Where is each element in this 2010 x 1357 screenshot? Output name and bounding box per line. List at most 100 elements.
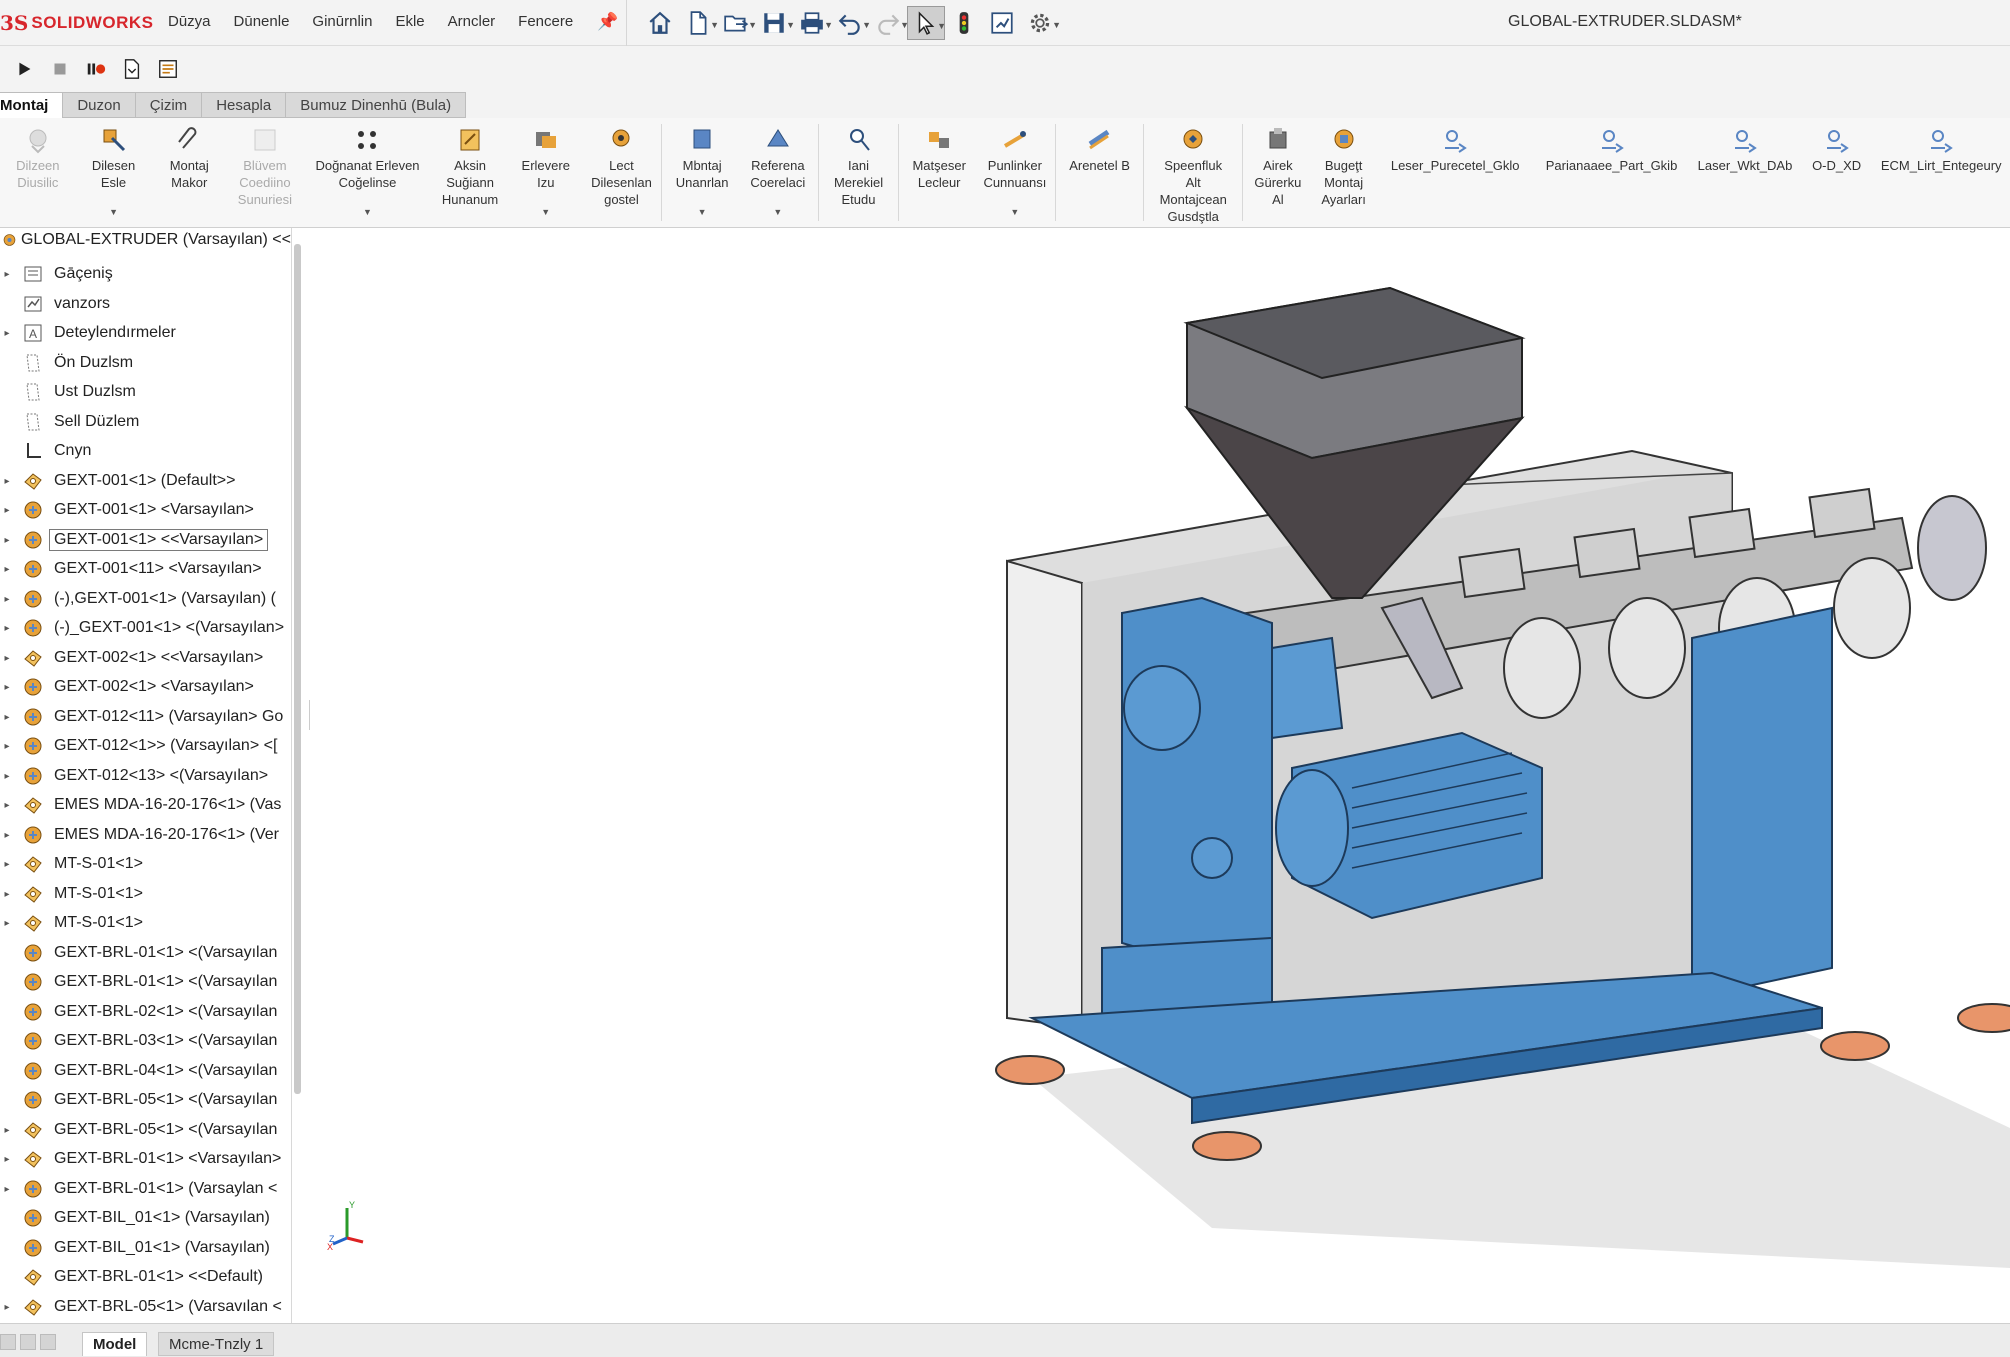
tree-item[interactable]: ▸ GEXT-001<1> <<Varsayılan>	[0, 527, 290, 553]
macro-button-4[interactable]: O-D_XD	[1801, 118, 1873, 227]
tree-item[interactable]: Ön Duzlsm	[0, 350, 290, 376]
instant3d-button[interactable]: Punlinker Cunnuansı ▼	[977, 118, 1053, 227]
expand-arrow-icon[interactable]: ▸	[0, 682, 14, 693]
expand-arrow-icon[interactable]: ▸	[0, 859, 14, 870]
tree-item[interactable]: Sell Düzlem	[0, 409, 290, 435]
insert-components-button[interactable]: Dilzeen Diusilic	[0, 118, 76, 227]
tree-item[interactable]: ▸ GEXT-012<1>> (Varsayılan> <[	[0, 733, 290, 759]
expand-arrow-icon[interactable]: ▸	[0, 741, 14, 752]
tree-item[interactable]: GEXT-BIL_01<1> (Varsayılan)	[0, 1235, 290, 1261]
mate-button[interactable]: Dilesen Esle ▼	[76, 118, 152, 227]
tab-assembly[interactable]: Montaj	[0, 92, 64, 118]
assembly-features-button[interactable]: Lect Dilesenlan gostel	[584, 118, 660, 227]
chevron-down-icon[interactable]: ▼	[1052, 20, 1061, 30]
tree-item[interactable]: ▸ Gāçeniş	[0, 261, 290, 287]
save-button[interactable]: ▼	[755, 6, 795, 40]
expand-arrow-icon[interactable]: ▸	[0, 505, 14, 516]
select-button[interactable]: ▼	[907, 6, 946, 40]
next-tab-button[interactable]	[40, 1334, 56, 1350]
tree-item[interactable]: ▸ GEXT-012<11> (Varsayılan> Go	[0, 704, 290, 730]
bill-of-materials-button[interactable]: Iani Merekiel Etudu	[821, 118, 897, 227]
motion-study-button[interactable]: Referena Coerelaci ▼	[740, 118, 816, 227]
solidworks-logo[interactable]: 3S SOLIDWORKS	[0, 10, 153, 36]
new-macro-button[interactable]	[118, 54, 146, 84]
tree-item[interactable]: ▸ GEXT-BRL-05<1> (Varsavılan <	[0, 1294, 290, 1320]
tree-item[interactable]: GEXT-BRL-04<1> <(Varsayılan	[0, 1058, 290, 1084]
linear-pattern-button[interactable]: Blüvem Coediino Sunuriesi	[227, 118, 303, 227]
macro-button-5[interactable]: ECM_Lirt_Entegeury	[1872, 118, 2009, 227]
tree-item[interactable]: ▸ GEXT-012<13> <(Varsayılan>	[0, 763, 290, 789]
expand-arrow-icon[interactable]: ▸	[0, 712, 14, 723]
record-macro-button[interactable]	[82, 54, 110, 84]
expand-arrow-icon[interactable]: ▸	[0, 771, 14, 782]
assembly-settings-button[interactable]: Bugeţt Montaj Ayarları	[1311, 118, 1377, 227]
expand-arrow-icon[interactable]: ▸	[0, 535, 14, 546]
redo-button[interactable]: ▼	[869, 6, 909, 40]
tree-item[interactable]: ▸ GEXT-001<11> <Varsayılan>	[0, 556, 290, 582]
chevron-down-icon[interactable]: ▼	[109, 204, 118, 221]
stop-macro-button[interactable]	[46, 54, 74, 84]
tab-model[interactable]: Model	[82, 1332, 148, 1356]
tree-item[interactable]: GEXT-BRL-03<1> <(Varsayılan	[0, 1028, 290, 1054]
menu-item-edit[interactable]: Dūnenle	[234, 13, 290, 30]
previous-tab-button[interactable]	[20, 1334, 36, 1350]
smart-fasteners-button[interactable]: Doğnanat Erleven Coğelinse ▼	[303, 118, 432, 227]
chevron-down-icon[interactable]: ▼	[363, 204, 372, 221]
tab-evaluate[interactable]: Hesapla	[202, 92, 287, 118]
run-macro-button[interactable]	[10, 54, 38, 84]
tree-item[interactable]: ▸ GEXT-BRL-01<1> <Varsayılan>	[0, 1146, 290, 1172]
move-component-button[interactable]: Aksin Suğiann Hunanum	[432, 118, 508, 227]
tree-scrollbar[interactable]	[294, 244, 301, 1094]
chevron-down-icon[interactable]: ▼	[541, 204, 550, 221]
expand-arrow-icon[interactable]: ▸	[0, 918, 14, 929]
tab-sketch[interactable]: Çizim	[135, 92, 203, 118]
expand-arrow-icon[interactable]: ▸	[0, 328, 14, 339]
exploded-view-button[interactable]: Matşeser Lecleur	[901, 118, 977, 227]
home-button[interactable]	[641, 6, 679, 40]
menu-item-insert[interactable]: Ekle	[395, 13, 424, 30]
tree-item[interactable]: ▸ EMES MDA-16-20-176<1> (Vas	[0, 792, 290, 818]
expand-arrow-icon[interactable]: ▸	[0, 1302, 14, 1313]
expand-arrow-icon[interactable]: ▸	[0, 830, 14, 841]
tree-item[interactable]: ▸ EMES MDA-16-20-176<1> (Ver	[0, 822, 290, 848]
tab-addins[interactable]: Bumuz Dinenhū (Bula)	[286, 92, 467, 118]
show-hidden-button[interactable]: Erlevere Izu ▼	[508, 118, 584, 227]
chevron-down-icon[interactable]: ▼	[698, 204, 707, 221]
first-tab-button[interactable]	[0, 1334, 16, 1350]
tree-item[interactable]: ▸ GEXT-BRL-05<1> <(Varsayılan	[0, 1117, 290, 1143]
menu-item-tools[interactable]: Arncler	[448, 13, 496, 30]
tab-layout[interactable]: Duzon	[63, 92, 136, 118]
macro-button-3[interactable]: Laser_Wkt_DAb	[1689, 118, 1801, 227]
expand-arrow-icon[interactable]: ▸	[0, 269, 14, 280]
tree-item[interactable]: GEXT-BRL-01<1> <(Varsayılan	[0, 969, 290, 995]
update-speedpak-button[interactable]: Arenetel B	[1058, 118, 1142, 227]
tree-item[interactable]: ▸ (-)_GEXT-001<1> <(Varsayılan>	[0, 615, 290, 641]
tree-item[interactable]: Cnyn	[0, 438, 290, 464]
expand-arrow-icon[interactable]: ▸	[0, 594, 14, 605]
file-properties-button[interactable]	[983, 6, 1021, 40]
view-orientation-triad[interactable]: Y Z X	[325, 1200, 365, 1250]
tree-item[interactable]: ▸ GEXT-001<1> (Default>>	[0, 468, 290, 494]
menu-item-view[interactable]: Ginūrnlin	[312, 13, 372, 30]
tree-item[interactable]: GEXT-BRL-05<1> <(Varsayılan	[0, 1087, 290, 1113]
undo-button[interactable]: ▼	[831, 6, 871, 40]
expand-arrow-icon[interactable]: ▸	[0, 564, 14, 575]
expand-arrow-icon[interactable]: ▸	[0, 476, 14, 487]
tree-item[interactable]: ▸ MT-S-01<1>	[0, 881, 290, 907]
tree-item[interactable]: ▸ GEXT-001<1> <Varsayılan>	[0, 497, 290, 523]
macro-button-2[interactable]: Parianaaee_Part_Gkib	[1534, 118, 1689, 227]
edit-macro-button[interactable]	[154, 54, 182, 84]
expand-arrow-icon[interactable]: ▸	[0, 623, 14, 634]
options-button[interactable]: ▼	[1021, 6, 1061, 40]
chevron-down-icon[interactable]: ▼	[1010, 204, 1019, 221]
tree-item[interactable]: GEXT-BRL-01<1> <<Default)	[0, 1264, 290, 1290]
tree-item[interactable]: GEXT-BIL_01<1> (Varsayılan)	[0, 1205, 290, 1231]
take-snapshot-button[interactable]: Speenfluk Alt Montajcean Gusdştla	[1146, 118, 1240, 227]
tree-item[interactable]: ▸ GEXT-002<1> <<Varsayılan>	[0, 645, 290, 671]
expand-arrow-icon[interactable]: ▸	[0, 1125, 14, 1136]
tree-item[interactable]: ▸ MT-S-01<1>	[0, 910, 290, 936]
expand-arrow-icon[interactable]: ▸	[0, 800, 14, 811]
chevron-down-icon[interactable]: ▼	[773, 204, 782, 221]
tree-item[interactable]: ▸ GEXT-BRL-01<1> (Varsaylan <	[0, 1176, 290, 1202]
expand-arrow-icon[interactable]: ▸	[0, 889, 14, 900]
